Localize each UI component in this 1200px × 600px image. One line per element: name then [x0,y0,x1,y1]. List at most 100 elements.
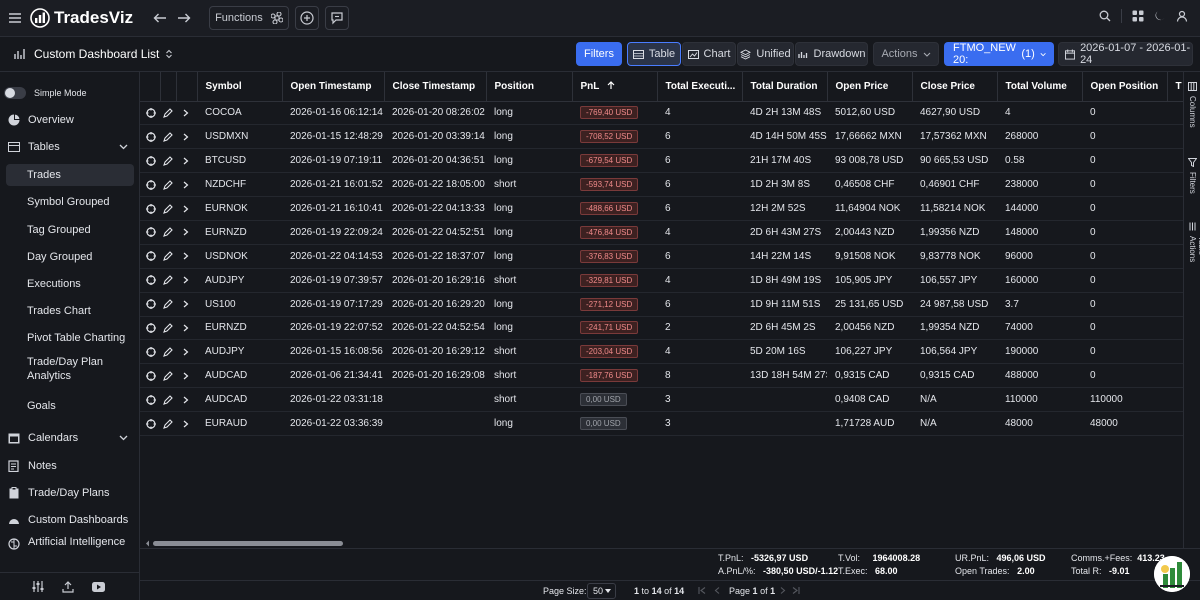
table-row[interactable]: USDMXN 2026-01-15 12:48:29 2026-01-20 03… [140,124,1183,150]
filters-panel-tab[interactable]: Filters [1184,158,1200,194]
sidebar-item-tag-grouped[interactable]: Tag Grouped [6,219,134,241]
column-header-truncated[interactable]: T [1167,72,1183,102]
simple-mode-toggle[interactable]: Simple Mode [4,82,132,104]
chevron-right-icon[interactable] [183,157,197,165]
youtube-icon[interactable] [92,581,105,592]
tab-chart[interactable]: Chart [682,42,736,66]
target-icon[interactable] [146,346,160,357]
pencil-icon[interactable] [163,179,176,190]
sidebar-item-day-grouped[interactable]: Day Grouped [6,246,134,268]
header-select[interactable] [140,72,161,102]
header-edit[interactable] [160,72,177,102]
pencil-icon[interactable] [163,323,176,333]
target-icon[interactable] [146,179,160,190]
chevron-right-icon[interactable] [183,396,197,404]
sidebar-item-symbol-grouped[interactable]: Symbol Grouped [6,191,134,213]
target-icon[interactable] [146,299,160,310]
pencil-icon[interactable] [163,370,176,381]
table-row[interactable]: USDNOK 2026-01-22 04:14:53 2026-01-22 18… [140,244,1183,269]
header-expand[interactable] [176,72,198,102]
sidebar-item-goals[interactable]: Goals [6,395,134,417]
actions-dropdown[interactable]: Actions [873,42,939,66]
last-page-icon[interactable] [792,587,800,594]
back-arrow-icon[interactable] [149,7,171,29]
chevron-right-icon[interactable] [183,276,197,284]
target-icon[interactable] [146,203,160,214]
table-row[interactable]: EURNOK 2026-01-21 16:10:41 2026-01-22 04… [140,196,1183,221]
pencil-icon[interactable] [163,132,176,142]
target-icon[interactable] [146,251,160,262]
table-row[interactable]: AUDJPY 2026-01-19 07:39:57 2026-01-20 16… [140,268,1183,293]
chevron-right-icon[interactable] [183,228,197,236]
pencil-icon[interactable] [163,275,176,286]
table-row[interactable]: EURNZD 2026-01-19 22:09:24 2026-01-22 04… [140,220,1183,245]
sidebar-item-trades-chart[interactable]: Trades Chart [6,300,134,322]
moon-icon[interactable] [1154,10,1166,22]
functions-button[interactable]: Functions [209,6,289,30]
column-header-total-volume[interactable]: Total Volume [997,72,1083,102]
target-icon[interactable] [146,418,160,429]
scroll-left-icon[interactable] [145,540,150,547]
add-icon[interactable] [294,6,319,30]
column-header-pnl[interactable]: PnL [572,72,658,102]
pencil-icon[interactable] [163,299,176,309]
columns-panel-tab[interactable]: Columns [1184,82,1200,128]
sidebar-item-tables[interactable]: Tables [6,136,134,158]
pencil-icon[interactable] [163,155,176,166]
chevron-right-icon[interactable] [183,324,197,332]
column-header-total-duration[interactable]: Total Duration [742,72,828,102]
sidebar-item-notes[interactable]: Notes [6,455,134,477]
chevron-right-icon[interactable] [183,372,197,380]
first-page-icon[interactable] [698,587,706,594]
pencil-icon[interactable] [163,418,176,429]
scrollbar-thumb[interactable] [153,541,343,546]
pencil-icon[interactable] [163,203,176,214]
chevron-right-icon[interactable] [183,348,197,356]
table-row[interactable]: EURAUD 2026-01-22 03:36:39 long 0,00 USD… [140,411,1183,436]
column-header-position[interactable]: Position [486,72,573,102]
chevron-right-icon[interactable] [183,109,197,117]
upload-icon[interactable] [62,580,74,593]
next-page-icon[interactable] [780,587,786,594]
forward-arrow-icon[interactable] [173,7,195,29]
table-row[interactable]: US100 2026-01-19 07:17:29 2026-01-20 16:… [140,292,1183,317]
user-icon[interactable] [1176,10,1188,22]
sidebar-item-trades[interactable]: Trades [6,164,134,186]
tab-drawdown[interactable]: Drawdown [795,42,868,66]
column-header-open-timestamp[interactable]: Open Timestamp [282,72,385,102]
chat-icon[interactable] [324,6,349,30]
sidebar-item-pivot-table-charting[interactable]: Pivot Table Charting [6,327,134,349]
pencil-icon[interactable] [163,347,176,357]
sidebar-item-artificial-intelligence[interactable]: Artificial Intelligence [6,536,134,558]
table-row[interactable]: NZDCHF 2026-01-21 16:01:52 2026-01-22 18… [140,172,1183,198]
previous-page-icon[interactable] [714,587,720,594]
target-icon[interactable] [146,394,160,405]
chevron-right-icon[interactable] [183,420,197,428]
toggle-switch[interactable] [4,87,26,99]
sidebar-item-plan-analytics[interactable]: Trade/Day Plan Analytics [6,355,134,385]
chevron-right-icon[interactable] [183,252,197,260]
sidebar-item-overview[interactable]: Overview [6,109,134,131]
sidebar-item-custom-dashboards[interactable]: Custom Dashboards [6,509,134,531]
column-header-open-position[interactable]: Open Position [1082,72,1168,102]
date-range-picker[interactable]: 2026-01-07 - 2026-01-24 [1058,42,1193,66]
column-header-symbol[interactable]: Symbol [197,72,283,102]
account-select[interactable]: FTMO_NEW 20: (1) [944,42,1054,66]
target-icon[interactable] [146,155,160,166]
pencil-icon[interactable] [163,251,176,262]
page-size-select[interactable]: 50 [587,583,616,599]
column-header-close-price[interactable]: Close Price [912,72,998,102]
sort-updown-icon[interactable] [165,49,173,59]
sliders-icon[interactable] [32,581,44,592]
sidebar-item-calendars[interactable]: Calendars [6,427,134,449]
table-row[interactable]: COCOA 2026-01-16 06:12:14 2026-01-20 08:… [140,101,1183,126]
table-row[interactable]: AUDCAD 2026-01-06 21:34:41 2026-01-20 16… [140,363,1183,389]
sidebar-item-executions[interactable]: Executions [6,273,134,295]
chevron-right-icon[interactable] [183,133,197,141]
tab-unified[interactable]: Unified [737,42,794,66]
table-actions-panel-tab[interactable]: Table Actions [1184,222,1200,262]
column-header-total-executions[interactable]: Total Executi... [657,72,743,102]
target-icon[interactable] [146,370,160,381]
chevron-right-icon[interactable] [183,205,197,213]
table-row[interactable]: BTCUSD 2026-01-19 07:19:11 2026-01-20 04… [140,148,1183,174]
